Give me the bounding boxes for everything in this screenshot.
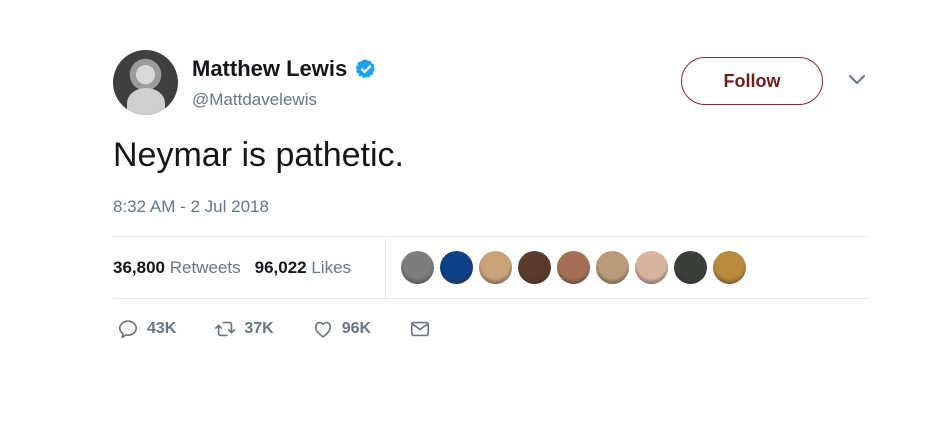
user-name-row: Matthew Lewis xyxy=(192,56,377,82)
reply-count: 43K xyxy=(147,320,177,337)
liker-avatar[interactable] xyxy=(440,251,473,284)
chevron-down-icon[interactable] xyxy=(848,73,866,87)
envelope-icon xyxy=(411,321,430,337)
verified-badge-icon xyxy=(355,59,376,79)
divider xyxy=(385,237,386,298)
display-name[interactable]: Matthew Lewis xyxy=(192,56,347,82)
liker-avatars xyxy=(401,251,746,284)
likes-stat[interactable]: 96,022 Likes xyxy=(255,258,351,278)
liker-avatar[interactable] xyxy=(596,251,629,284)
engagement-stats: 36,800 Retweets 96,022 Likes xyxy=(113,258,351,278)
liker-avatar[interactable] xyxy=(518,251,551,284)
retweets-stat[interactable]: 36,800 Retweets xyxy=(113,258,241,278)
reply-icon xyxy=(118,320,138,339)
tweet-text: Neymar is pathetic. xyxy=(113,136,404,174)
like-count: 96K xyxy=(341,320,372,337)
retweets-label: Retweets xyxy=(169,258,241,277)
divider xyxy=(113,236,869,237)
liker-avatar[interactable] xyxy=(479,251,512,284)
liker-avatar[interactable] xyxy=(557,251,590,284)
user-handle[interactable]: @Mattdavelewis xyxy=(192,90,317,110)
heart-icon xyxy=(314,321,331,338)
likes-count: 96,022 xyxy=(254,258,307,277)
liker-avatar[interactable] xyxy=(401,251,434,284)
likes-label: Likes xyxy=(311,258,352,277)
direct-message-button[interactable] xyxy=(409,318,431,340)
retweet-button[interactable]: 37K xyxy=(214,318,274,340)
retweet-icon xyxy=(215,321,236,337)
follow-button[interactable]: Follow xyxy=(681,57,823,105)
like-button[interactable]: 96K xyxy=(312,318,371,340)
liker-avatar[interactable] xyxy=(674,251,707,284)
tweet-card: Matthew Lewis @Mattdavelewis Follow Neym… xyxy=(0,0,950,428)
divider xyxy=(113,298,869,299)
avatar[interactable] xyxy=(113,50,178,115)
tweet-timestamp[interactable]: 8:32 AM - 2 Jul 2018 xyxy=(113,197,269,217)
liker-avatar[interactable] xyxy=(713,251,746,284)
retweets-count: 36,800 xyxy=(113,258,165,277)
liker-avatar[interactable] xyxy=(635,251,668,284)
tweet-actions: 43K 37K 96K xyxy=(117,318,469,340)
reply-button[interactable]: 43K xyxy=(117,318,176,340)
retweet-count: 37K xyxy=(244,320,274,337)
